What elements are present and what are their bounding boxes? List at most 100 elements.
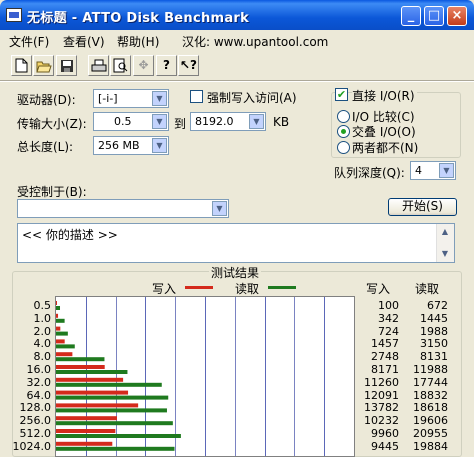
chevron-down-icon[interactable]: ▼ xyxy=(249,114,264,129)
description-text: << 你的描述 >> xyxy=(22,228,118,242)
toolbar-separator xyxy=(0,80,474,82)
drive-select[interactable]: [-i-] ▼ xyxy=(93,89,169,108)
write-speed-value: 724 xyxy=(378,324,399,338)
overlapped-io-label: 交叠 I/O(O) xyxy=(352,125,416,139)
context-help-icon[interactable]: ↖? xyxy=(178,55,199,76)
direct-io-label: 直接 I/O(R) xyxy=(352,87,417,104)
transfer-size-label: 传输大小(Z): xyxy=(17,117,87,131)
transfer-from-select[interactable]: 0.5 ▼ xyxy=(93,112,169,131)
description-scrollbar[interactable]: ▲ ▼ xyxy=(436,224,454,262)
transfer-to-select[interactable]: 8192.0 ▼ xyxy=(190,112,266,131)
read-bar xyxy=(56,357,105,362)
total-length-select[interactable]: 256 MB ▼ xyxy=(93,136,169,155)
write-bar xyxy=(56,390,129,395)
write-speed-value: 8171 xyxy=(371,363,399,376)
start-button[interactable]: 开始(S) xyxy=(388,198,457,216)
maximize-button[interactable]: □ xyxy=(424,6,444,26)
start-button-label: 开始(S) xyxy=(402,199,443,213)
queue-depth-value: 4 xyxy=(415,164,422,177)
scroll-up-icon[interactable]: ▲ xyxy=(437,224,453,240)
write-speed-value: 9960 xyxy=(371,427,399,440)
read-bar xyxy=(56,446,175,451)
chevron-down-icon[interactable]: ▼ xyxy=(152,114,167,129)
read-bar xyxy=(56,370,128,374)
force-write-checkbox[interactable] xyxy=(190,90,203,103)
transfer-size-tick-label: 512.0 xyxy=(19,427,52,440)
write-speed-value: 12091 xyxy=(364,388,399,402)
help-icon[interactable]: ? xyxy=(156,55,177,76)
force-write-label: 强制写入访问(A) xyxy=(207,91,297,105)
read-legend-label: 读取 xyxy=(235,282,260,296)
read-bar xyxy=(56,306,61,310)
print-preview-icon[interactable] xyxy=(110,55,131,76)
new-document-icon[interactable] xyxy=(11,55,32,76)
write-bar xyxy=(56,429,116,433)
menu-file[interactable]: 文件(F) xyxy=(9,33,49,50)
transfer-size-tick-label: 16.0 xyxy=(26,363,52,376)
read-bar xyxy=(56,395,169,400)
transfer-from-value: 0.5 xyxy=(114,115,132,128)
write-bar xyxy=(56,352,73,357)
transfer-size-tick-label: 64.0 xyxy=(26,388,52,402)
close-button[interactable]: × xyxy=(447,6,467,26)
total-length-value: 256 MB xyxy=(98,139,140,152)
write-speed-value: 342 xyxy=(378,311,399,325)
controlled-by-select[interactable]: ▼ xyxy=(17,199,229,218)
read-bar xyxy=(56,344,75,349)
transfer-size-tick-label: 8.0 xyxy=(33,350,52,364)
menu-localized-credit: 汉化: www.upantool.com xyxy=(182,35,329,49)
app-icon xyxy=(6,8,22,22)
move-icon[interactable]: ✥ xyxy=(133,55,154,76)
write-bar xyxy=(56,365,105,369)
print-icon[interactable] xyxy=(88,55,109,76)
chevron-down-icon[interactable]: ▼ xyxy=(152,138,167,153)
queue-depth-select[interactable]: 4 ▼ xyxy=(410,161,456,180)
write-bar xyxy=(56,339,65,344)
write-column-header: 写入 xyxy=(366,282,391,296)
neither-radio[interactable] xyxy=(337,141,350,154)
transfer-size-tick-label: 0.5 xyxy=(33,299,52,312)
transfer-size-tick-label: 2.0 xyxy=(33,324,52,338)
read-bar xyxy=(56,421,173,426)
window-title: 无标题 - ATTO Disk Benchmark xyxy=(27,11,250,26)
read-speed-value: 672 xyxy=(427,299,448,312)
read-speed-value: 19884 xyxy=(413,439,448,453)
read-bar xyxy=(56,331,68,336)
menu-view[interactable]: 查看(V) xyxy=(63,33,105,50)
to-label: 到 xyxy=(174,117,187,131)
write-speed-value: 2748 xyxy=(371,350,399,364)
chevron-down-icon[interactable]: ▼ xyxy=(439,163,454,178)
direct-io-checkbox[interactable]: ✔ xyxy=(335,88,348,101)
read-legend-swatch xyxy=(268,286,296,289)
write-bar xyxy=(56,377,124,382)
chevron-down-icon[interactable]: ▼ xyxy=(212,201,227,216)
save-disk-icon[interactable] xyxy=(56,55,77,76)
read-speed-value: 1988 xyxy=(420,324,448,338)
write-legend-swatch xyxy=(185,286,213,289)
minimize-button[interactable]: _ xyxy=(401,6,421,26)
write-speed-value: 13782 xyxy=(364,401,399,415)
read-speed-value: 11988 xyxy=(413,363,448,376)
total-length-label: 总长度(L): xyxy=(17,140,74,154)
drive-label: 驱动器(D): xyxy=(17,93,76,107)
controlled-by-label: 受控制于(B): xyxy=(17,185,87,199)
write-bar xyxy=(56,441,113,446)
chevron-down-icon[interactable]: ▼ xyxy=(152,91,167,106)
transfer-size-tick-label: 32.0 xyxy=(26,375,52,389)
description-field[interactable]: << 你的描述 >> ▲ ▼ xyxy=(17,223,455,263)
write-legend-label: 写入 xyxy=(152,282,177,296)
read-speed-value: 19606 xyxy=(413,414,448,428)
write-bar xyxy=(56,313,59,318)
scroll-down-icon[interactable]: ▼ xyxy=(437,246,453,262)
results-chart xyxy=(55,296,355,457)
transfer-size-tick-label: 128.0 xyxy=(19,401,52,415)
open-folder-icon[interactable] xyxy=(33,55,54,76)
overlapped-io-radio[interactable] xyxy=(337,125,350,138)
read-bar xyxy=(56,318,65,323)
read-speed-value: 18618 xyxy=(413,401,448,415)
read-bar xyxy=(56,434,181,438)
drive-value: [-i-] xyxy=(98,92,118,105)
menu-help[interactable]: 帮助(H) xyxy=(117,33,159,50)
io-compare-radio[interactable] xyxy=(337,110,350,123)
queue-depth-label: 队列深度(Q): xyxy=(334,166,405,180)
